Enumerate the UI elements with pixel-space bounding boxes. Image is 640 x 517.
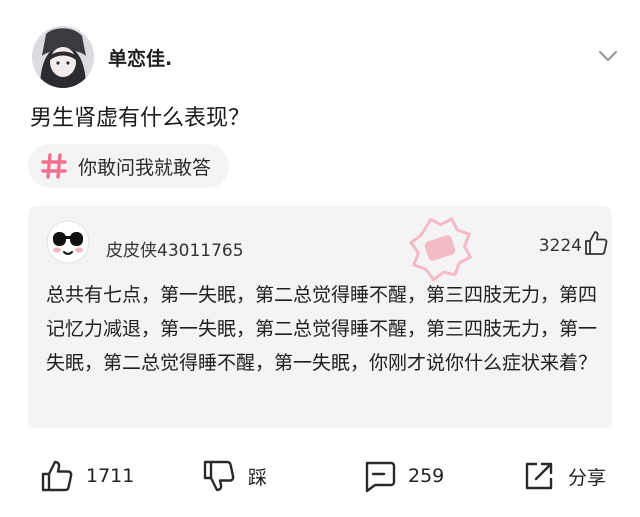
hashtag-icon xyxy=(41,153,67,179)
comment-text: 总共有七点，第一失眠，第二总觉得睡不醒，第三四肢无力，第四记忆力减退，第一失眠，… xyxy=(46,284,598,374)
username[interactable]: 单恋佳. xyxy=(108,44,172,71)
post-header: 单恋佳. xyxy=(26,20,626,92)
share-label: 分享 xyxy=(568,466,607,489)
comment-avatar[interactable] xyxy=(46,220,90,264)
avatar[interactable] xyxy=(32,26,94,88)
share-button[interactable]: 分享 xyxy=(522,454,606,498)
topic-label: 你敢问我就敢答 xyxy=(78,156,212,179)
question-title: 男生肾虚有什么表现？ xyxy=(30,106,251,131)
comment-count: 259 xyxy=(408,465,445,487)
dislike-button[interactable]: 踩 xyxy=(202,454,267,498)
share-icon xyxy=(525,462,553,490)
chevron-down-icon[interactable] xyxy=(594,42,622,70)
topic-tag[interactable]: 你敢问我就敢答 xyxy=(28,144,230,188)
thumb-down-icon xyxy=(203,460,235,492)
watermark-stamp xyxy=(408,216,473,282)
comment-username[interactable]: 皮皮侠43011765 xyxy=(106,236,244,261)
comment-like-count: 3224 xyxy=(538,236,582,256)
thumb-up-icon[interactable] xyxy=(584,230,608,256)
dislike-label: 踩 xyxy=(248,466,268,489)
like-count: 1711 xyxy=(86,465,135,487)
comment-icon xyxy=(365,461,396,493)
comment-button[interactable]: 259 xyxy=(362,454,444,498)
top-comment-card: 皮皮侠43011765 3224 总共有七点，第一失眠，第二总觉得睡不醒，第三四… xyxy=(28,206,612,428)
like-button[interactable]: 1711 xyxy=(40,454,134,498)
action-bar: 1711 踩 259 分享 xyxy=(0,448,640,504)
thumb-up-icon xyxy=(41,460,73,492)
